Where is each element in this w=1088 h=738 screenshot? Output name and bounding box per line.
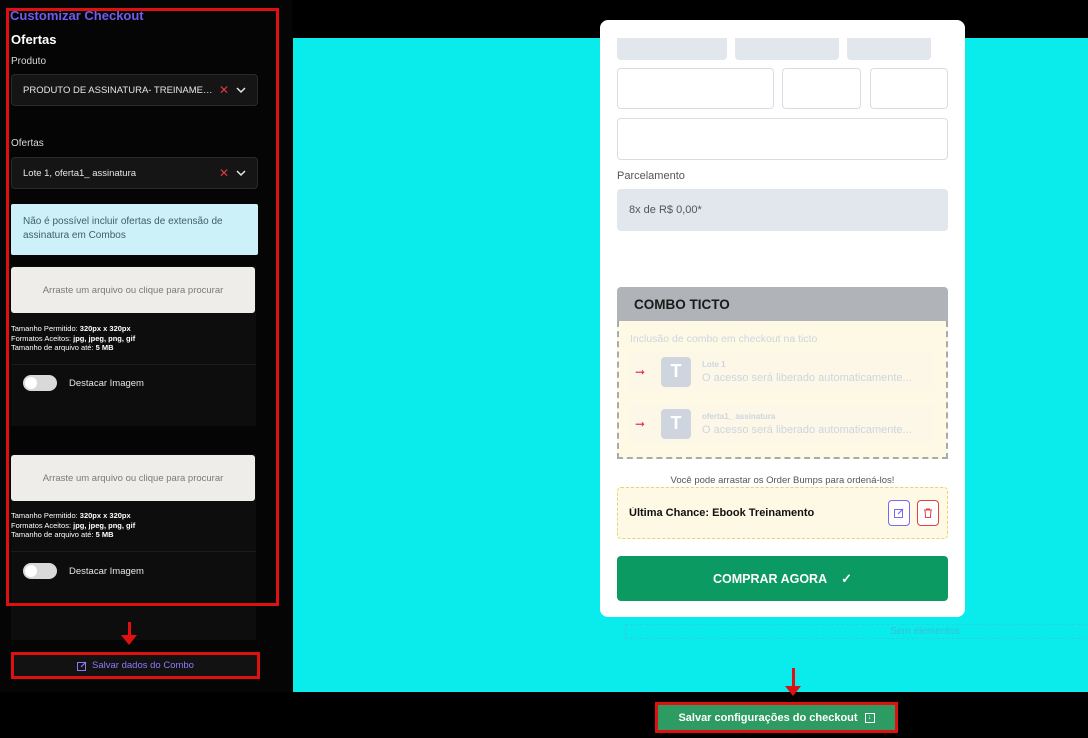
edit-icon — [77, 661, 87, 671]
parcelamento-label: Parcelamento — [617, 170, 685, 182]
offer-subtitle: O acesso será liberado automaticamente..… — [702, 371, 912, 384]
combo-offer: ➞ T Lote 1 O acesso será liberado automa… — [629, 352, 934, 391]
order-bump[interactable]: Última Chance: Ebook Treinamento — [617, 487, 948, 539]
check-icon: ✓ — [841, 570, 853, 586]
arrow-right-icon: ➞ — [635, 416, 646, 431]
edit-bump-button[interactable] — [888, 500, 910, 526]
order-bump-hint: Você pode arrastar os Order Bumps para o… — [670, 475, 895, 486]
save-icon: ↓ — [864, 712, 875, 723]
arrow-right-icon: ➞ — [635, 364, 646, 379]
delete-bump-button[interactable] — [917, 500, 939, 526]
offer-title: Lote 1 — [702, 359, 726, 369]
parcelamento-select[interactable]: 8x de R$ 0,00* — [617, 189, 948, 231]
buy-now-label: COMPRAR AGORA — [712, 571, 828, 586]
buy-now-button[interactable]: COMPRAR AGORA ✓ — [617, 556, 948, 601]
combo-title: COMBO TICTO — [617, 287, 948, 321]
input-field[interactable] — [870, 68, 948, 109]
arrow-down-icon — [792, 668, 795, 686]
input-field[interactable] — [617, 38, 727, 60]
order-bump-name: Última Chance: Ebook Treinamento — [629, 507, 815, 519]
input-field[interactable] — [617, 118, 948, 160]
input-field[interactable] — [617, 68, 774, 109]
trash-icon — [924, 508, 932, 518]
arrow-down-icon — [128, 622, 131, 636]
save-combo-button[interactable]: Salvar dados do Combo — [11, 652, 260, 679]
offer-subtitle: O acesso será liberado automaticamente..… — [702, 423, 912, 436]
combo-offer: ➞ T oferta1_ assinatura O acesso será li… — [629, 404, 934, 443]
input-field[interactable] — [847, 38, 931, 60]
edit-icon — [894, 508, 904, 518]
arrow-head-icon — [785, 686, 801, 696]
save-checkout-label: Salvar configurações do checkout — [678, 711, 858, 724]
save-checkout-button[interactable]: Salvar configurações do checkout ↓ — [655, 702, 898, 733]
ticto-logo-icon: T — [661, 408, 691, 439]
arrow-head-icon — [121, 635, 137, 645]
ticto-logo-icon: T — [661, 356, 691, 387]
empty-dropzone[interactable]: Sem elementos — [625, 624, 1088, 639]
input-field[interactable] — [782, 68, 861, 109]
offer-title: oferta1_ assinatura — [702, 411, 776, 421]
highlight-box — [6, 8, 279, 606]
save-combo-label: Salvar dados do Combo — [92, 660, 194, 671]
input-field[interactable] — [735, 38, 839, 60]
combo-description: Inclusão de combo em checkout na ticto — [630, 333, 818, 345]
